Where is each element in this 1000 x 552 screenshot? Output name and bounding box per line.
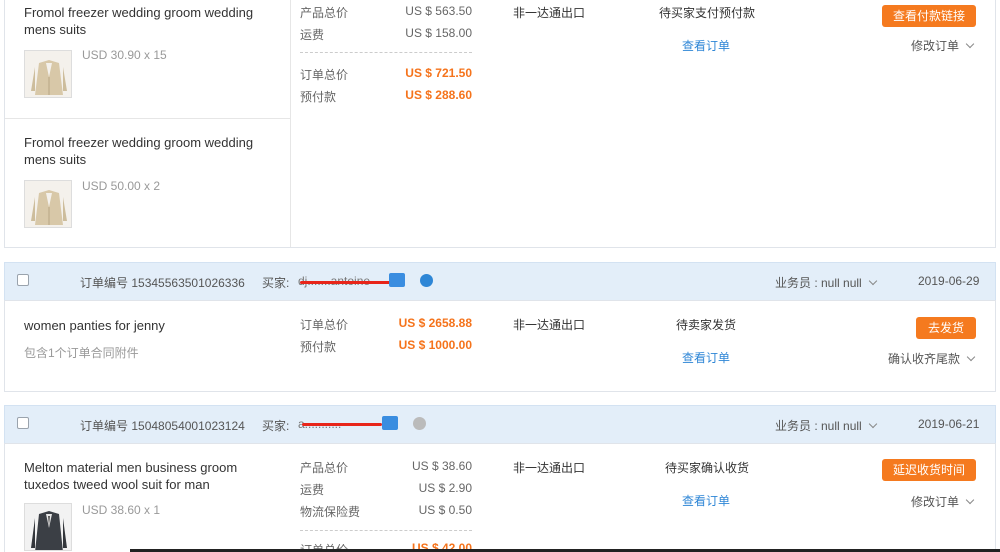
product-unit-price: USD 50.00 x 2 [82, 179, 161, 193]
view-order-link[interactable]: 查看订单 [682, 349, 730, 366]
chat-icon[interactable] [420, 274, 433, 287]
confirm-final-payment-dropdown[interactable]: 确认收齐尾款 [888, 350, 976, 367]
amount-label: 产品总价 [300, 461, 349, 475]
modify-order-label: 修改订单 [911, 495, 960, 509]
chevron-down-icon [868, 419, 877, 429]
order-number-value[interactable]: 15345563501026336 [131, 276, 244, 290]
redaction-mark [300, 281, 392, 284]
order-select-checkbox[interactable] [17, 417, 29, 429]
modify-order-label: 修改订单 [911, 39, 960, 53]
buyer-label: 买家: [262, 419, 290, 433]
confirm-final-payment-label: 确认收齐尾款 [888, 352, 961, 366]
salesperson-dropdown[interactable]: 业务员 : null null [775, 274, 877, 291]
order-status: 待卖家发货 [676, 318, 737, 332]
amount-value: US $ 158.00 [405, 26, 472, 40]
amount-label: 运费 [300, 28, 325, 42]
salesperson-label: 业务员 : null null [775, 419, 862, 433]
prepay-label: 预付款 [300, 340, 337, 354]
contact-card-icon[interactable] [389, 273, 405, 287]
chevron-down-icon [965, 39, 975, 49]
total-label: 订单总价 [300, 318, 349, 332]
prepay-value: US $ 288.60 [405, 88, 472, 102]
amount-label: 运费 [300, 483, 325, 497]
extend-receipt-time-button[interactable]: 延迟收货时间 [882, 459, 976, 481]
order-select-checkbox[interactable] [17, 274, 29, 286]
product-unit-price: USD 38.60 x 1 [82, 503, 161, 517]
salesperson-label: 业务员 : null null [775, 276, 862, 290]
shipping-method: 非一达通出口 [513, 6, 586, 20]
order-date: 2019-06-21 [918, 417, 980, 431]
chevron-down-icon [966, 352, 976, 362]
suit-image [25, 181, 71, 227]
ship-goods-button[interactable]: 去发货 [916, 317, 976, 339]
redaction-mark [302, 423, 382, 426]
total-value: US $ 2658.88 [398, 316, 472, 330]
order-number-label: 订单编号 [80, 276, 129, 290]
view-order-link[interactable]: 查看订单 [682, 492, 730, 509]
amount-value: US $ 0.50 [418, 503, 472, 517]
item-divider [5, 118, 290, 119]
product-title[interactable]: Fromol freezer wedding groom wedding men… [24, 4, 284, 38]
modify-order-dropdown[interactable]: 修改订单 [911, 37, 975, 54]
salesperson-dropdown[interactable]: 业务员 : null null [775, 417, 877, 434]
shipping-method: 非一达通出口 [513, 461, 586, 475]
order-number-label: 订单编号 [80, 419, 129, 433]
order-date: 2019-06-29 [918, 274, 980, 288]
amount-label: 产品总价 [300, 6, 349, 20]
amount-divider [300, 530, 472, 531]
view-order-link[interactable]: 查看订单 [682, 37, 730, 54]
buyer-label: 买家: [262, 276, 290, 290]
amount-value: US $ 38.60 [411, 459, 472, 473]
prepay-label: 预付款 [300, 90, 337, 104]
total-value: US $ 721.50 [405, 66, 472, 80]
total-label: 订单总价 [300, 68, 349, 82]
chat-icon[interactable] [413, 417, 426, 430]
product-title[interactable]: women panties for jenny [24, 318, 165, 333]
order-status: 待买家确认收货 [665, 461, 750, 475]
dark-suit-image [25, 504, 71, 550]
chevron-down-icon [868, 276, 877, 286]
order-status: 待买家支付预付款 [659, 6, 756, 20]
contact-card-icon[interactable] [382, 416, 398, 430]
order-number-value[interactable]: 15048054001023124 [131, 419, 244, 433]
order-number: 订单编号 15048054001023124 [80, 417, 245, 434]
product-thumbnail[interactable] [24, 503, 72, 551]
product-title[interactable]: Fromol freezer wedding groom wedding men… [24, 134, 284, 168]
modify-order-dropdown[interactable]: 修改订单 [911, 493, 975, 510]
chevron-down-icon [965, 495, 975, 505]
column-divider [290, 0, 291, 247]
view-payment-link-button[interactable]: 查看付款链接 [882, 5, 976, 27]
suit-image [25, 51, 71, 97]
product-thumbnail[interactable] [24, 50, 72, 98]
product-unit-price: USD 30.90 x 15 [82, 48, 167, 62]
amount-label: 物流保险费 [300, 505, 361, 519]
order-number: 订单编号 15345563501026336 [80, 274, 245, 291]
product-title[interactable]: Melton material men business groom tuxed… [24, 459, 284, 493]
amount-divider [300, 52, 472, 53]
contract-attachment-note[interactable]: 包含1个订单合同附件 [24, 344, 139, 361]
shipping-method: 非一达通出口 [513, 318, 586, 332]
prepay-value: US $ 1000.00 [398, 338, 472, 352]
order-card [4, 300, 996, 392]
amount-value: US $ 2.90 [418, 481, 472, 495]
product-thumbnail[interactable] [24, 180, 72, 228]
amount-value: US $ 563.50 [405, 4, 472, 18]
